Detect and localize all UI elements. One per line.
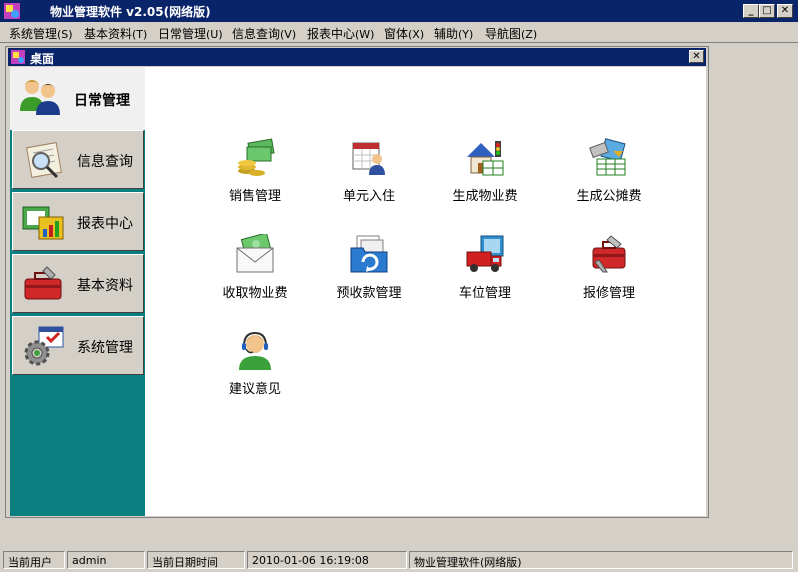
menu-label: 日常管理 — [158, 27, 207, 41]
menu-label: 辅助 — [434, 27, 459, 41]
status-datetime-value: 2010-01-06 16:19:08 — [247, 551, 407, 569]
tile-suggestions[interactable]: 建议意见 — [205, 330, 305, 406]
desktop-window-icon — [11, 50, 25, 64]
desktop-icon-area: 销售管理 单元入住 生成物业费 生成公摊费 收取物业费 预收款管理 车位管理 报… — [145, 67, 706, 516]
status-user-label: 当前用户 — [3, 551, 65, 569]
tile-prepayment[interactable]: 预收款管理 — [319, 234, 419, 310]
menu-reports[interactable]: 报表中心(W) — [307, 25, 374, 42]
menu-query[interactable]: 信息查询(V) — [232, 25, 296, 42]
menu-hotkey: (W) — [355, 28, 375, 41]
menu-label: 基本资料 — [84, 27, 133, 41]
headset-operator-icon — [239, 331, 271, 370]
calendar-person-icon — [352, 142, 385, 175]
nav-item-system[interactable]: 系统管理 — [12, 316, 144, 375]
tile-label: 销售管理 — [228, 189, 281, 204]
menu-hotkey: (V) — [280, 28, 297, 41]
menu-system[interactable]: 系统管理(S) — [9, 25, 73, 42]
nav-label: 信息查询 — [77, 154, 133, 170]
tile-label: 预收款管理 — [336, 286, 402, 301]
close-button[interactable]: ✕ — [777, 4, 793, 18]
toolbox-wrench-icon — [592, 235, 626, 273]
menu-daily[interactable]: 日常管理(U) — [158, 25, 223, 42]
desktop-window-title-bar[interactable]: 桌面 ✕ — [8, 48, 706, 66]
menu-label: 导航图 — [485, 27, 522, 41]
menu-navigation-map[interactable]: 导航图(Z) — [485, 25, 537, 42]
report-chart-icon — [22, 206, 64, 240]
tile-label: 单元入住 — [342, 189, 395, 204]
tile-repair[interactable]: 报修管理 — [559, 234, 659, 310]
house-traffic-light-icon — [467, 141, 504, 176]
menu-label: 报表中心 — [307, 27, 356, 41]
toolbox-icon — [24, 266, 62, 300]
maximize-button[interactable]: □ — [759, 4, 775, 18]
tile-parking[interactable]: 车位管理 — [435, 234, 535, 310]
window-title-bar[interactable]: 物业管理软件 v2.05(网络版) _ □ ✕ — [0, 0, 798, 22]
money-coins-icon — [238, 138, 275, 176]
menu-hotkey: (T) — [132, 28, 148, 41]
folder-refresh-icon — [350, 235, 388, 273]
desktop-window-title: 桌面 — [30, 52, 55, 66]
envelope-money-icon — [236, 234, 274, 273]
truck-icon — [466, 235, 504, 272]
status-bar: 当前用户 admin 当前日期时间 2010-01-06 16:19:08 物业… — [0, 548, 798, 572]
tile-generate-property-fee[interactable]: 生成物业费 — [435, 137, 535, 213]
nav-item-basic-data[interactable]: 基本资料 — [12, 254, 144, 313]
menu-label: 窗体 — [384, 27, 409, 41]
desktop-window-close-button[interactable]: ✕ — [689, 50, 704, 63]
nav-item-query[interactable]: 信息查询 — [12, 130, 144, 189]
menu-basic-data[interactable]: 基本资料(T) — [84, 25, 147, 42]
nav-item-reports[interactable]: 报表中心 — [12, 192, 144, 251]
side-navigation: 日常管理 信息查询 报表中心 基本资料 系统管理 — [10, 67, 145, 516]
people-icon — [20, 80, 60, 115]
nav-label: 报表中心 — [77, 216, 133, 232]
menu-hotkey: (X) — [408, 28, 425, 41]
nav-label: 系统管理 — [77, 340, 133, 356]
tile-label: 生成公摊费 — [576, 189, 642, 204]
app-icon — [4, 3, 20, 19]
tile-label: 车位管理 — [458, 286, 511, 301]
tile-label: 生成物业费 — [452, 189, 518, 204]
menu-window[interactable]: 窗体(X) — [384, 25, 424, 42]
status-datetime-label: 当前日期时间 — [147, 551, 245, 569]
settings-gear-icon — [24, 326, 64, 366]
nav-item-daily[interactable]: 日常管理 — [10, 67, 145, 130]
tile-label: 收取物业费 — [222, 286, 288, 301]
menu-label: 信息查询 — [232, 27, 281, 41]
menu-assist[interactable]: 辅助(Y) — [434, 25, 473, 42]
nav-label: 基本资料 — [77, 278, 133, 294]
menu-hotkey: (S) — [57, 28, 73, 41]
menu-hotkey: (U) — [206, 28, 223, 41]
magnifier-document-icon — [26, 142, 62, 179]
window-title: 物业管理软件 v2.05(网络版) — [50, 5, 211, 19]
status-product: 物业管理软件(网络版) — [409, 551, 793, 569]
status-user-value: admin — [67, 551, 145, 569]
menu-label: 系统管理 — [9, 27, 58, 41]
nav-label: 日常管理 — [74, 93, 130, 109]
calculator-grid-icon — [589, 138, 626, 176]
minimize-button[interactable]: _ — [743, 4, 759, 18]
menu-hotkey: (Z) — [521, 28, 538, 41]
tile-generate-shared-fee[interactable]: 生成公摊费 — [559, 137, 659, 213]
tile-label: 建议意见 — [228, 382, 281, 397]
tile-unit-checkin[interactable]: 单元入住 — [319, 137, 419, 213]
menu-bar: 系统管理(S) 基本资料(T) 日常管理(U) 信息查询(V) 报表中心(W) … — [0, 22, 798, 43]
tile-label: 报修管理 — [582, 286, 635, 301]
tile-collect-property-fee[interactable]: 收取物业费 — [205, 234, 305, 310]
menu-hotkey: (Y) — [458, 28, 474, 41]
tile-sales[interactable]: 销售管理 — [205, 137, 305, 213]
